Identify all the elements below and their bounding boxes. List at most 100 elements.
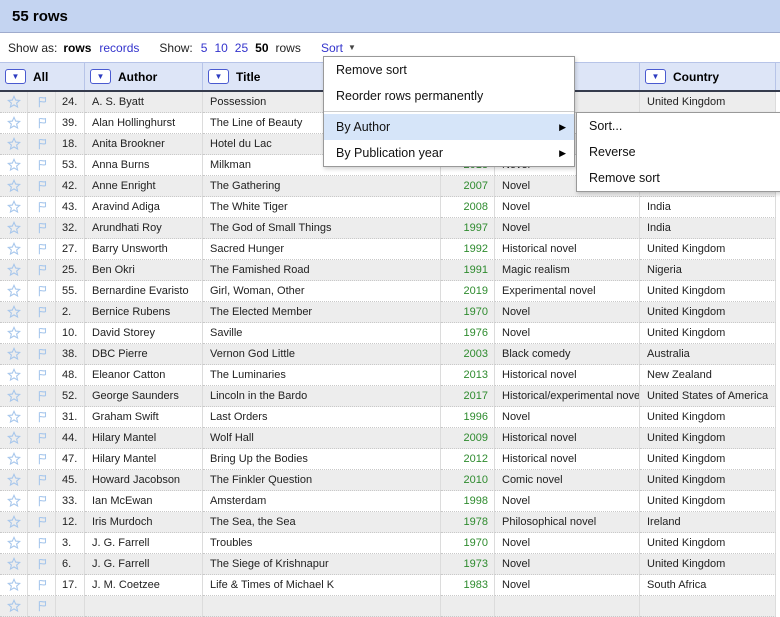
cell-publication-year[interactable]: 1997 (441, 218, 495, 239)
cell-title[interactable]: The Elected Member (203, 302, 441, 323)
cell-country[interactable]: India (640, 218, 776, 239)
cell-country[interactable]: United Kingdom (640, 533, 776, 554)
cell-author[interactable]: J. G. Farrell (85, 554, 203, 575)
cell-title[interactable]: Last Orders (203, 407, 441, 428)
cell-author[interactable]: Bernardine Evaristo (85, 281, 203, 302)
cell-author[interactable]: Anne Enright (85, 176, 203, 197)
cell-title[interactable]: The Famished Road (203, 260, 441, 281)
star-cell[interactable] (0, 218, 28, 239)
cell-author[interactable]: Iris Murdoch (85, 512, 203, 533)
cell-title[interactable]: Wolf Hall (203, 428, 441, 449)
flag-cell[interactable] (28, 113, 56, 134)
cell-title[interactable]: Troubles (203, 533, 441, 554)
cell-publication-year[interactable]: 2010 (441, 470, 495, 491)
star-cell[interactable] (0, 449, 28, 470)
star-cell[interactable] (0, 533, 28, 554)
flag-cell[interactable] (28, 197, 56, 218)
cell-title[interactable]: Saville (203, 323, 441, 344)
menu-item-remove-sort[interactable]: Remove sort (324, 57, 574, 83)
cell-country[interactable]: United Kingdom (640, 554, 776, 575)
cell-country[interactable]: Ireland (640, 512, 776, 533)
star-cell[interactable] (0, 365, 28, 386)
star-cell[interactable] (0, 92, 28, 113)
submenu-item-reverse[interactable]: Reverse (577, 139, 780, 165)
cell-publication-year[interactable]: 2008 (441, 197, 495, 218)
flag-cell[interactable] (28, 281, 56, 302)
cell-genre[interactable]: Novel (495, 491, 640, 512)
cell-publication-year[interactable]: 1991 (441, 260, 495, 281)
page-size-10[interactable]: 10 (214, 41, 227, 55)
flag-cell[interactable] (28, 470, 56, 491)
cell-author[interactable]: Hilary Mantel (85, 428, 203, 449)
cell-title[interactable]: Sacred Hunger (203, 239, 441, 260)
cell-author[interactable]: Bernice Rubens (85, 302, 203, 323)
cell-country[interactable]: New Zealand (640, 365, 776, 386)
cell-author[interactable]: Barry Unsworth (85, 239, 203, 260)
cell-genre[interactable] (495, 596, 640, 617)
show-as-rows-option[interactable]: rows (63, 41, 91, 55)
cell-country[interactable]: South Africa (640, 575, 776, 596)
cell-genre[interactable]: Novel (495, 323, 640, 344)
flag-cell[interactable] (28, 134, 56, 155)
cell-genre[interactable]: Novel (495, 554, 640, 575)
flag-cell[interactable] (28, 239, 56, 260)
page-size-25[interactable]: 25 (235, 41, 248, 55)
cell-publication-year[interactable]: 1970 (441, 302, 495, 323)
cell-genre[interactable]: Historical novel (495, 428, 640, 449)
show-as-records-option[interactable]: records (99, 41, 139, 55)
cell-publication-year[interactable]: 2012 (441, 449, 495, 470)
cell-title[interactable]: The Siege of Krishnapur (203, 554, 441, 575)
star-cell[interactable] (0, 407, 28, 428)
cell-genre[interactable]: Historical/experimental novel (495, 386, 640, 407)
column-menu-button-title[interactable]: ▼ (208, 69, 229, 84)
cell-author[interactable]: Alan Hollinghurst (85, 113, 203, 134)
flag-cell[interactable] (28, 428, 56, 449)
flag-cell[interactable] (28, 218, 56, 239)
star-cell[interactable] (0, 281, 28, 302)
flag-cell[interactable] (28, 155, 56, 176)
cell-title[interactable]: The Gathering (203, 176, 441, 197)
cell-title[interactable]: Amsterdam (203, 491, 441, 512)
cell-country[interactable]: India (640, 197, 776, 218)
star-cell[interactable] (0, 302, 28, 323)
flag-cell[interactable] (28, 449, 56, 470)
star-cell[interactable] (0, 428, 28, 449)
column-menu-button-all[interactable]: ▼ (5, 69, 26, 84)
cell-publication-year[interactable]: 2013 (441, 365, 495, 386)
cell-title[interactable]: Vernon God Little (203, 344, 441, 365)
flag-cell[interactable] (28, 260, 56, 281)
cell-publication-year[interactable]: 2009 (441, 428, 495, 449)
star-cell[interactable] (0, 386, 28, 407)
column-menu-button-country[interactable]: ▼ (645, 69, 666, 84)
cell-country[interactable]: United Kingdom (640, 470, 776, 491)
cell-country[interactable]: United Kingdom (640, 92, 776, 113)
cell-country[interactable]: United Kingdom (640, 302, 776, 323)
star-cell[interactable] (0, 113, 28, 134)
cell-author[interactable]: David Storey (85, 323, 203, 344)
cell-author[interactable] (85, 596, 203, 617)
cell-author[interactable]: J. G. Farrell (85, 533, 203, 554)
cell-author[interactable]: Anna Burns (85, 155, 203, 176)
cell-genre[interactable]: Historical novel (495, 239, 640, 260)
cell-genre[interactable]: Novel (495, 533, 640, 554)
cell-author[interactable]: Aravind Adiga (85, 197, 203, 218)
cell-country[interactable]: United Kingdom (640, 407, 776, 428)
cell-genre[interactable]: Novel (495, 302, 640, 323)
star-cell[interactable] (0, 470, 28, 491)
cell-title[interactable]: The Finkler Question (203, 470, 441, 491)
cell-publication-year[interactable]: 1973 (441, 554, 495, 575)
cell-country[interactable]: United Kingdom (640, 239, 776, 260)
cell-country[interactable]: Nigeria (640, 260, 776, 281)
cell-author[interactable]: George Saunders (85, 386, 203, 407)
cell-country[interactable] (640, 596, 776, 617)
cell-genre[interactable]: Historical novel (495, 365, 640, 386)
cell-publication-year[interactable]: 2019 (441, 281, 495, 302)
cell-author[interactable]: Anita Brookner (85, 134, 203, 155)
menu-item-reorder-rows-permanently[interactable]: Reorder rows permanently (324, 83, 574, 109)
cell-author[interactable]: Hilary Mantel (85, 449, 203, 470)
flag-cell[interactable] (28, 596, 56, 617)
cell-publication-year[interactable] (441, 596, 495, 617)
cell-country[interactable]: United States of America (640, 386, 776, 407)
cell-genre[interactable]: Comic novel (495, 470, 640, 491)
cell-genre[interactable]: Novel (495, 218, 640, 239)
